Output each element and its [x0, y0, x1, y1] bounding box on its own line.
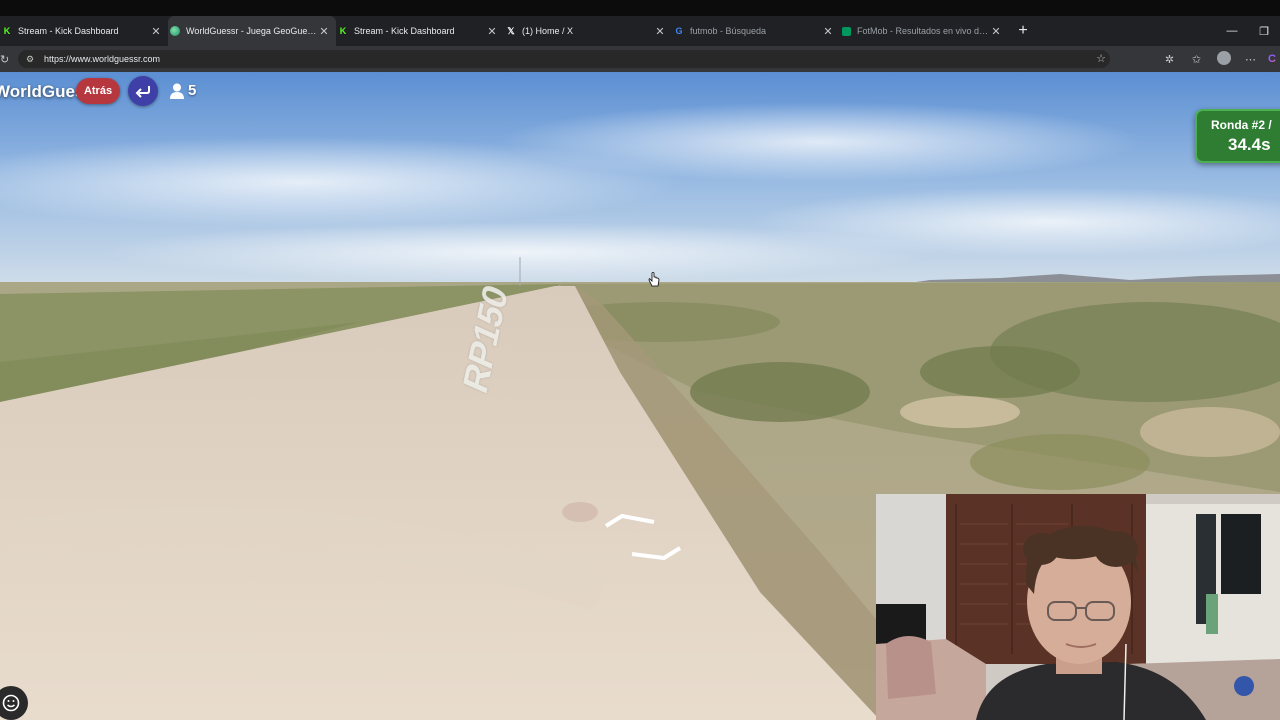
- google-icon: G: [675, 26, 683, 36]
- user-icon: [170, 83, 184, 99]
- tab-title: FotMob - Resultados en vivo de fútbol: [857, 26, 990, 36]
- minimize-icon[interactable]: —: [1216, 25, 1248, 37]
- copilot-icon[interactable]: C: [1264, 53, 1280, 65]
- tab-kick-dashboard-1[interactable]: K Stream - Kick Dashboard ✕: [0, 16, 168, 46]
- move-forward-arrows[interactable]: [598, 512, 688, 562]
- close-tab-icon[interactable]: ✕: [822, 25, 834, 38]
- window-controls: — ❐: [1216, 16, 1280, 46]
- close-tab-icon[interactable]: ✕: [150, 25, 162, 38]
- close-tab-icon[interactable]: ✕: [486, 25, 498, 38]
- hand-cursor-icon: [648, 272, 660, 287]
- tab-title: Stream - Kick Dashboard: [354, 26, 455, 36]
- new-tab-button[interactable]: +: [1012, 22, 1034, 40]
- bookmark-star-icon[interactable]: ☆: [1096, 52, 1106, 65]
- profile-avatar[interactable]: [1210, 50, 1237, 68]
- streamer-webcam-feed: [876, 494, 1280, 720]
- round-label: Ronda #2 /: [1211, 118, 1272, 132]
- smiley-icon: [2, 694, 20, 712]
- address-bar[interactable]: ⚙ https://www.worldguessr.com ☆: [18, 50, 1110, 68]
- close-tab-icon[interactable]: ✕: [990, 25, 1002, 38]
- webcam-image: [876, 494, 1280, 720]
- tab-title: Stream - Kick Dashboard: [18, 26, 119, 36]
- site-info-icon[interactable]: ⚙: [26, 54, 36, 65]
- screen-top-bar: [0, 0, 1280, 16]
- tab-title: WorldGuessr - Juega GeoGuessr gratis: [186, 26, 318, 36]
- tab-title: (1) Home / X: [522, 26, 574, 36]
- x-icon: 𝕏: [507, 25, 515, 36]
- kick-icon: K: [3, 26, 11, 36]
- more-menu-icon[interactable]: ⋯: [1237, 53, 1264, 66]
- tab-title: futmob - Búsqueda: [690, 26, 767, 36]
- tab-fotmob[interactable]: FotMob - Resultados en vivo de fútbol ✕: [840, 16, 1008, 46]
- return-to-start-button[interactable]: [128, 76, 158, 106]
- players-counter: 5: [170, 82, 196, 99]
- reload-icon[interactable]: ↻: [0, 53, 12, 66]
- tab-worldguessr[interactable]: WorldGuessr - Juega GeoGuessr gratis ✕: [168, 16, 336, 46]
- close-tab-icon[interactable]: ✕: [654, 25, 666, 38]
- return-arrow-icon: [135, 86, 150, 98]
- restore-icon[interactable]: ❐: [1248, 25, 1280, 38]
- close-tab-icon[interactable]: ✕: [318, 25, 330, 38]
- tab-futmob-search[interactable]: G futmob - Búsqueda ✕: [672, 16, 840, 46]
- browser-tab-strip: K Stream - Kick Dashboard ✕ WorldGuessr …: [0, 16, 1280, 46]
- round-timer-panel: Ronda #2 / 34.4s: [1195, 109, 1280, 163]
- players-count: 5: [188, 82, 197, 99]
- round-timer: 34.4s: [1228, 135, 1271, 154]
- back-button[interactable]: Atrás: [76, 78, 120, 104]
- fotmob-icon: [842, 26, 851, 36]
- kick-icon: K: [339, 26, 347, 36]
- browser-toolbar: ↻ ⚙ https://www.worldguessr.com ☆ ✲ ✩ ⋯ …: [0, 46, 1280, 72]
- globe-icon: [170, 26, 180, 36]
- url-text: https://www.worldguessr.com: [44, 54, 161, 64]
- favorites-icon[interactable]: ✩: [1183, 53, 1210, 66]
- tab-x-home[interactable]: 𝕏 (1) Home / X ✕: [504, 16, 672, 46]
- extensions-icon[interactable]: ✲: [1156, 53, 1183, 66]
- browser-tools: ✲ ✩ ⋯ C: [1156, 46, 1280, 72]
- tab-kick-dashboard-2[interactable]: K Stream - Kick Dashboard ✕: [336, 16, 504, 46]
